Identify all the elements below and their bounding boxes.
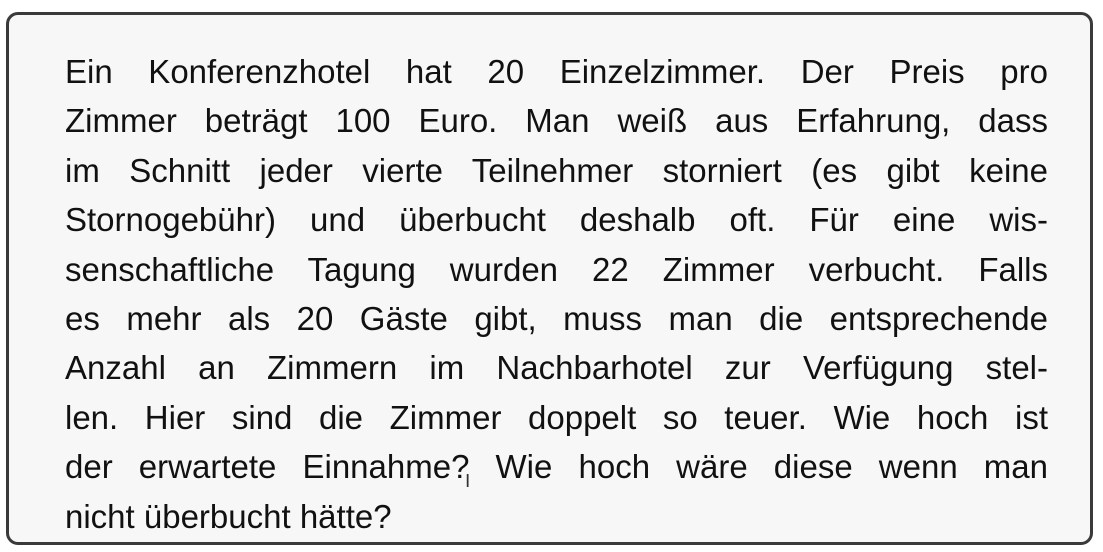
task-line: Ein Konferenzhotel hat 20 Einzelzimmer. … [65, 53, 1048, 90]
task-line: len. Hier sind die Zimmer doppelt so teu… [65, 398, 1048, 436]
task-line: Anzahl an Zimmern im Nachbarhotel zur Ve… [65, 349, 1048, 387]
task-line: es mehr als 20 Gäste gibt, muss man die … [65, 300, 1048, 338]
task-line: Zimmer beträgt 100 Euro. Man weiß aus Er… [65, 102, 1048, 140]
task-text: Ein Konferenzhotel hat 20 Einzelzimmer. … [65, 47, 1048, 541]
top-strip [0, 0, 1103, 12]
text-cursor-icon: I [465, 471, 471, 492]
task-line: im Schnitt jeder vierte Teilnehmer storn… [65, 151, 1048, 189]
task-box: Ein Konferenzhotel hat 20 Einzelzimmer. … [6, 12, 1093, 545]
task-line: senschaftliche Tagung wurden 22 Zimmer v… [65, 250, 1048, 288]
task-line: Stornogebühr) und überbucht deshalb oft.… [65, 201, 1048, 239]
task-line: der erwartete Einnahme? Wie hoch wäre di… [65, 448, 1048, 486]
task-line: nicht überbucht hätte? [65, 497, 392, 535]
